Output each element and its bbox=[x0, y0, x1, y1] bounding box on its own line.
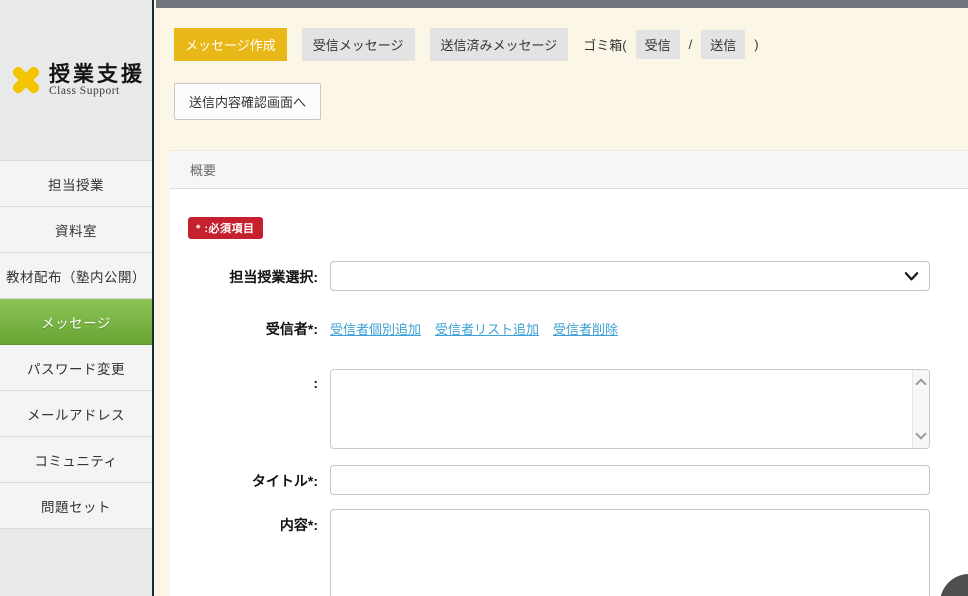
add-recipient-individually-link[interactable]: 受信者個別追加 bbox=[330, 319, 421, 339]
confirm-send-button[interactable]: 送信内容確認画面へ bbox=[174, 83, 321, 120]
recipients-box-row: : bbox=[170, 369, 968, 449]
sidebar-item-question-sets[interactable]: 問題セット bbox=[0, 483, 152, 529]
sidebar-item-label: コミュニティ bbox=[34, 450, 117, 470]
trash-label-suffix: ) bbox=[754, 37, 758, 52]
message-tabs: メッセージ作成 受信メッセージ 送信済みメッセージ ゴミ箱( 受信 / 送信 ) bbox=[174, 28, 968, 61]
sidebar-item-messages[interactable]: メッセージ bbox=[0, 299, 152, 345]
crossed-pencils-logo-icon bbox=[7, 61, 45, 99]
trash-sent-button[interactable]: 送信 bbox=[701, 30, 745, 59]
scroll-up-icon[interactable] bbox=[915, 378, 926, 389]
sidebar-item-materials[interactable]: 教材配布（塾内公開） bbox=[0, 253, 152, 299]
sidebar-item-label: 教材配布（塾内公開） bbox=[6, 266, 146, 286]
sidebar-item-label: パスワード変更 bbox=[27, 358, 125, 378]
add-recipient-list-link[interactable]: 受信者リスト追加 bbox=[435, 319, 539, 339]
recipients-textarea[interactable] bbox=[331, 370, 912, 448]
overview-panel: 概要 * :必須項目 担当授業選択: bbox=[170, 150, 968, 596]
sidebar-item-label: 資料室 bbox=[55, 220, 97, 240]
recipients-box-label: : bbox=[170, 369, 318, 449]
body-label: 内容*: bbox=[170, 509, 318, 596]
title-label: タイトル*: bbox=[170, 465, 318, 495]
sidebar: 授業支援 Class Support 担当授業 資料室 教材配布（塾内公開） メ… bbox=[0, 0, 154, 596]
body-textarea[interactable] bbox=[330, 509, 930, 596]
main-content: メッセージ作成 受信メッセージ 送信済みメッセージ ゴミ箱( 受信 / 送信 )… bbox=[156, 0, 968, 596]
sidebar-item-assigned-classes[interactable]: 担当授業 bbox=[0, 161, 152, 207]
sidebar-item-password[interactable]: パスワード変更 bbox=[0, 345, 152, 391]
tab-compose-message[interactable]: メッセージ作成 bbox=[174, 28, 287, 61]
recipients-row: 受信者*: 受信者個別追加 受信者リスト追加 受信者削除 bbox=[170, 313, 968, 339]
sidebar-item-community[interactable]: コミュニティ bbox=[0, 437, 152, 483]
course-select-row: 担当授業選択: bbox=[170, 261, 968, 291]
panel-header: 概要 bbox=[170, 150, 968, 189]
app-subtitle: Class Support bbox=[49, 85, 145, 97]
sidebar-item-library[interactable]: 資料室 bbox=[0, 207, 152, 253]
sidebar-item-label: 担当授業 bbox=[48, 174, 104, 194]
scrollbar[interactable] bbox=[912, 370, 929, 448]
required-badge: * :必須項目 bbox=[188, 217, 263, 239]
trash-received-button[interactable]: 受信 bbox=[636, 30, 680, 59]
trash-separator: / bbox=[689, 37, 693, 52]
course-select-label: 担当授業選択: bbox=[170, 261, 318, 291]
title-input[interactable] bbox=[330, 465, 930, 495]
sidebar-item-label: メッセージ bbox=[41, 312, 111, 332]
top-bar bbox=[156, 0, 968, 8]
tab-received-messages[interactable]: 受信メッセージ bbox=[302, 28, 415, 61]
recipients-label: 受信者*: bbox=[170, 313, 318, 339]
sidebar-menu: 担当授業 資料室 教材配布（塾内公開） メッセージ パスワード変更 メールアドレ… bbox=[0, 160, 152, 529]
app-logo[interactable]: 授業支援 Class Support bbox=[0, 0, 152, 160]
trash-group: ゴミ箱( 受信 / 送信 ) bbox=[583, 30, 758, 59]
delete-recipient-link[interactable]: 受信者削除 bbox=[553, 319, 618, 339]
title-row: タイトル*: bbox=[170, 465, 968, 495]
panel-body: * :必須項目 担当授業選択: 受信者*: bbox=[170, 189, 968, 596]
app-title: 授業支援 bbox=[49, 63, 145, 85]
scroll-down-icon[interactable] bbox=[915, 428, 926, 439]
sidebar-item-label: メールアドレス bbox=[27, 404, 125, 424]
sidebar-item-email[interactable]: メールアドレス bbox=[0, 391, 152, 437]
course-select[interactable] bbox=[330, 261, 930, 291]
sidebar-item-label: 問題セット bbox=[41, 496, 111, 516]
trash-label-prefix: ゴミ箱( bbox=[583, 35, 626, 54]
body-row: 内容*: bbox=[170, 509, 968, 596]
tab-sent-messages[interactable]: 送信済みメッセージ bbox=[430, 28, 569, 61]
